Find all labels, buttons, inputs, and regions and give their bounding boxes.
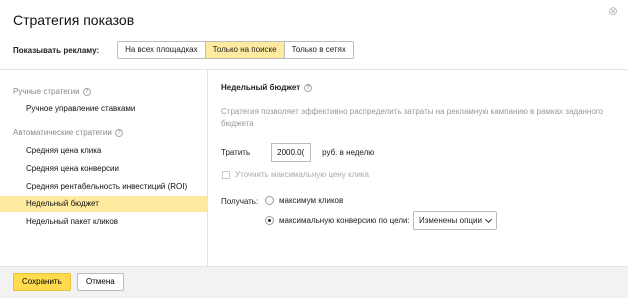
spend-label: Тратить	[221, 147, 251, 157]
goal-select-value: Изменены опции	[419, 216, 482, 225]
auto-group-text: Автоматические стратегии	[13, 128, 112, 137]
help-icon[interactable]: ?	[304, 83, 313, 92]
sidebar-item-avg-cpc[interactable]: Средняя цена клика	[0, 143, 207, 159]
sidebar-item-weekly-budget[interactable]: Недельный бюджет	[0, 196, 207, 212]
refine-max-cpc-checkbox[interactable]	[222, 170, 230, 179]
sidebar-item-manual-bids[interactable]: Ручное управление ставками	[0, 101, 207, 117]
strategy-sidebar: Ручные стратегии ? Ручное управление ста…	[0, 70, 208, 266]
placement-search-button[interactable]: Только на поиске	[205, 42, 285, 58]
dialog-footer: Сохранить Отмена	[0, 266, 628, 298]
strategy-title: Недельный бюджет ?	[221, 83, 313, 92]
strategy-title-text: Недельный бюджет	[221, 83, 301, 92]
sidebar-item-roi[interactable]: Средняя рентабельность инвестиций (ROI)	[0, 179, 207, 195]
refine-max-cpc-row: Уточнить максимальную цену клика	[222, 170, 369, 179]
placement-networks-button[interactable]: Только в сетях	[284, 42, 353, 58]
show-ads-label: Показывать рекламу:	[13, 45, 100, 55]
spend-row: Тратить 2000.0( руб. в неделю	[221, 142, 374, 162]
manual-group-label: Ручные стратегии ?	[13, 87, 91, 96]
radio-max-conversion-row: максимальную конверсию по цели:	[265, 216, 410, 225]
cancel-button[interactable]: Отмена	[77, 273, 124, 291]
placement-all-button[interactable]: На всех площадках	[118, 42, 206, 58]
auto-group-label: Автоматические стратегии ?	[13, 128, 123, 137]
get-label: Получать:	[221, 197, 259, 206]
refine-max-cpc-label: Уточнить максимальную цену клика	[235, 170, 369, 179]
goal-select[interactable]: Изменены опции	[413, 211, 497, 230]
manual-group-text: Ручные стратегии	[13, 87, 80, 96]
close-icon[interactable]: ⊗	[608, 4, 618, 18]
radio-max-clicks-label: максимум кликов	[279, 196, 344, 205]
show-ads-row: Показывать рекламу: На всех площадках То…	[13, 41, 354, 59]
strategy-description: Стратегия позволяет эффективно распредел…	[221, 107, 603, 128]
placement-switch: На всех площадках Только на поиске Тольк…	[117, 41, 354, 59]
strategy-dialog: Стратегия показов ⊗ Показывать рекламу: …	[0, 0, 628, 298]
dialog-title: Стратегия показов	[13, 12, 135, 28]
sidebar-item-avg-cpa[interactable]: Средняя цена конверсии	[0, 161, 207, 177]
radio-max-conversion[interactable]	[265, 216, 274, 225]
help-icon[interactable]: ?	[82, 87, 91, 96]
help-icon[interactable]: ?	[114, 128, 123, 137]
save-button[interactable]: Сохранить	[13, 273, 71, 291]
radio-max-clicks[interactable]	[265, 196, 274, 205]
chevron-down-icon	[484, 215, 492, 223]
spend-unit: руб. в неделю	[322, 147, 375, 157]
spend-input[interactable]: 2000.0(	[271, 142, 312, 162]
radio-max-clicks-row: максимум кликов	[265, 196, 343, 205]
radio-max-conversion-label: максимальную конверсию по цели:	[279, 216, 410, 225]
sidebar-item-weekly-clicks[interactable]: Недельный пакет кликов	[0, 214, 207, 230]
